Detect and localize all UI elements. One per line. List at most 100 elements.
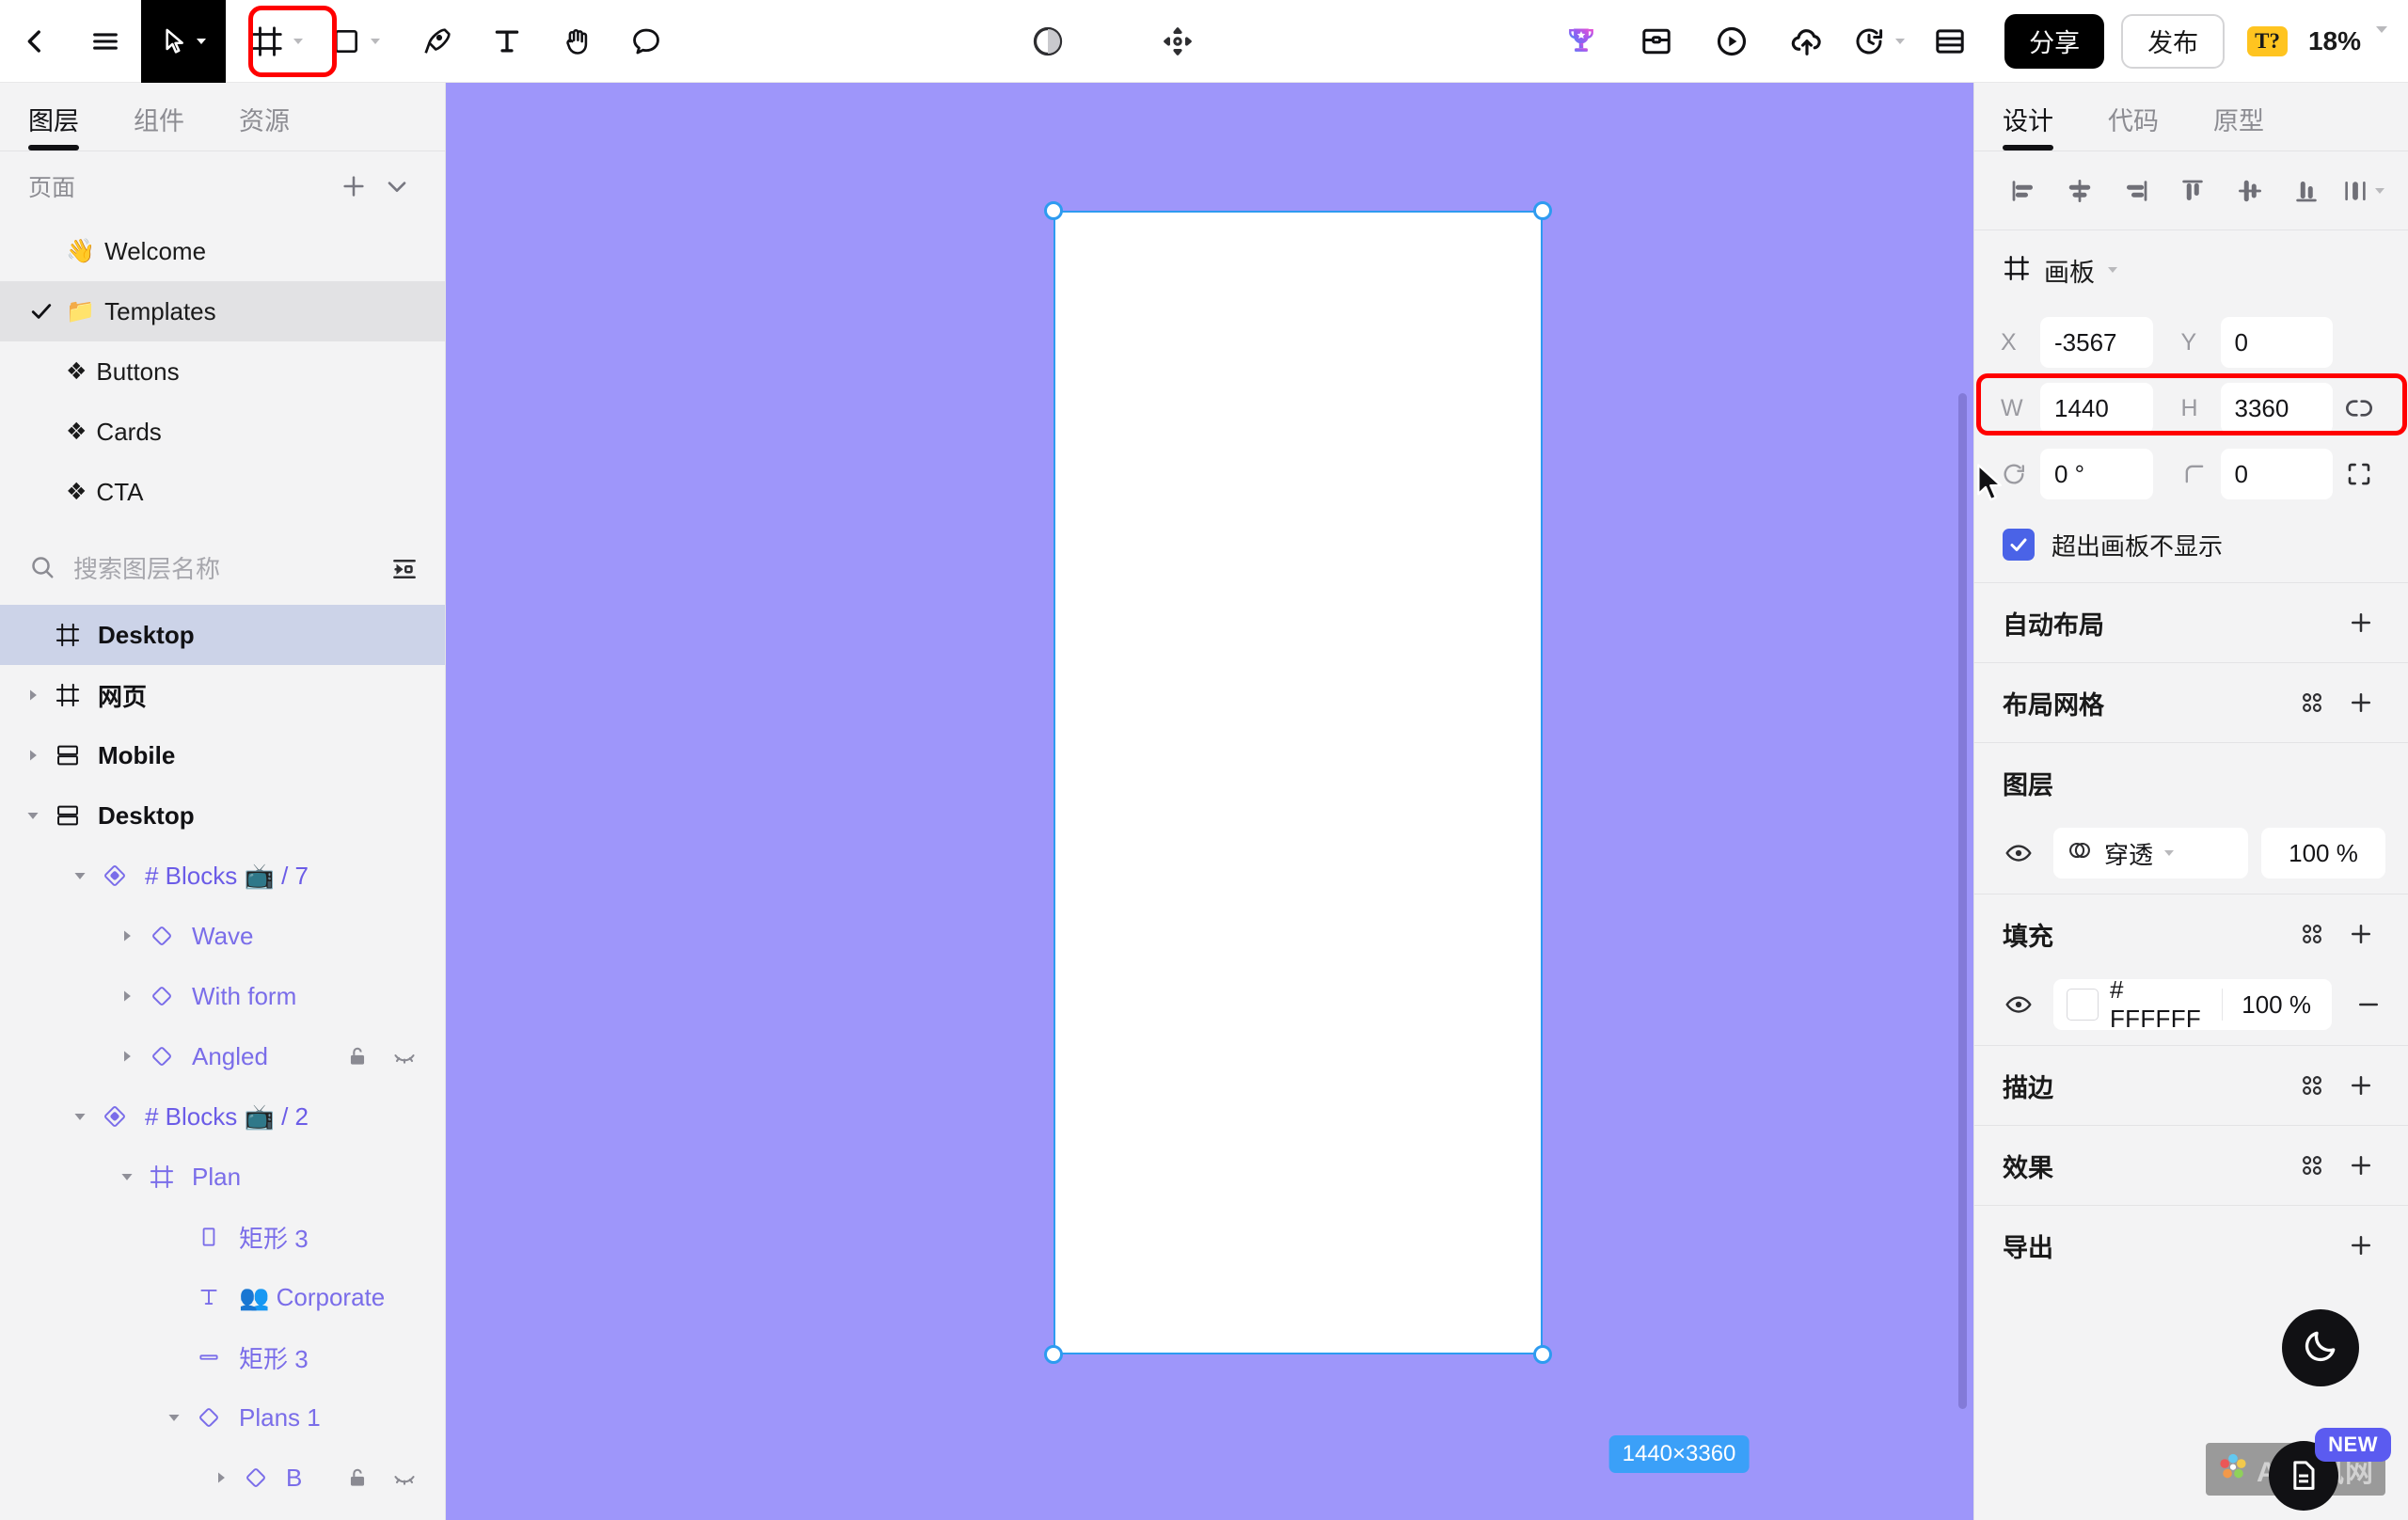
layer-row[interactable]: Plan <box>0 1147 445 1207</box>
page-item-welcome[interactable]: 👋 Welcome <box>0 221 445 281</box>
hand-tool[interactable] <box>542 0 611 83</box>
align-right-icon[interactable] <box>2108 163 2164 219</box>
rotation-input[interactable]: 0 ° <box>2040 449 2153 499</box>
dark-mode-toggle[interactable] <box>2282 1309 2359 1386</box>
text-tool[interactable] <box>472 0 542 83</box>
move-tool-caret[interactable] <box>197 38 206 44</box>
version-history-caret[interactable] <box>1895 38 1906 44</box>
cloud-upload-icon[interactable] <box>1769 0 1845 83</box>
tab-prototype[interactable]: 原型 <box>2213 101 2264 150</box>
pen-tool[interactable] <box>403 0 472 83</box>
constraints-icon[interactable] <box>2333 460 2385 488</box>
layer-row[interactable]: 网页 <box>0 665 445 725</box>
add-auto-layout-button[interactable] <box>2337 598 2385 647</box>
design-canvas[interactable]: Desktop 1440×3360 <box>446 83 1973 1520</box>
shape-tool-caret[interactable] <box>371 38 380 44</box>
shape-tool[interactable] <box>324 0 388 83</box>
lock-icon[interactable] <box>334 1465 381 1490</box>
fill-styles-icon[interactable] <box>2288 910 2337 958</box>
blend-mode-select[interactable]: 穿透 <box>2053 828 2248 879</box>
resize-handle-top-left[interactable] <box>1044 201 1063 220</box>
distribute-caret[interactable] <box>2374 187 2384 194</box>
collapse-pages-chevron-down-icon[interactable] <box>375 165 419 208</box>
blend-mode-caret[interactable] <box>2164 850 2175 856</box>
height-input[interactable]: 3360 <box>2220 383 2333 434</box>
tab-design[interactable]: 设计 <box>2003 101 2053 150</box>
move-arrows-icon[interactable] <box>1149 0 1207 83</box>
layer-opacity-input[interactable]: 100 % <box>2261 828 2385 879</box>
remove-fill-button[interactable] <box>2345 990 2392 1019</box>
zoom-level[interactable]: 18% <box>2308 26 2361 56</box>
add-stroke-button[interactable] <box>2337 1061 2385 1110</box>
layer-row[interactable]: Plans 1 <box>0 1387 445 1448</box>
fill-color-field[interactable]: # FFFFFF 100 % <box>2053 975 2333 1033</box>
layer-row[interactable]: 👥 Corporate <box>0 1267 445 1327</box>
layer-row[interactable]: # Blocks 📺 / 7 <box>0 846 445 906</box>
artboard-desktop[interactable] <box>1054 211 1543 1354</box>
twisty-expanded-icon[interactable] <box>64 867 96 884</box>
align-top-icon[interactable] <box>2164 163 2221 219</box>
play-circle-icon[interactable] <box>1694 0 1769 83</box>
archive-icon[interactable] <box>1619 0 1694 83</box>
object-type-caret[interactable] <box>2108 267 2117 273</box>
twisty-expanded-icon[interactable] <box>158 1409 190 1426</box>
tab-layers[interactable]: 图层 <box>28 101 79 150</box>
align-center-v-icon[interactable] <box>2222 163 2278 219</box>
layer-row[interactable]: Desktop <box>0 785 445 846</box>
tab-components[interactable]: 组件 <box>134 101 184 150</box>
layout-grid-styles-icon[interactable] <box>2288 678 2337 727</box>
trophy-icon[interactable] <box>1544 0 1619 83</box>
text-badge[interactable]: T? <box>2247 25 2288 56</box>
link-icon[interactable] <box>2333 393 2385 423</box>
publish-button[interactable]: 发布 <box>2121 13 2226 69</box>
resize-handle-bottom-left[interactable] <box>1044 1345 1063 1364</box>
zoom-caret-icon[interactable] <box>2376 25 2387 50</box>
twisty-collapsed-icon[interactable] <box>111 1048 143 1065</box>
corner-radius-input[interactable]: 0 <box>2220 449 2333 499</box>
add-fill-button[interactable] <box>2337 910 2385 958</box>
version-history[interactable] <box>1845 0 1912 83</box>
clip-content-checkbox[interactable] <box>2003 529 2035 561</box>
resize-handle-bottom-right[interactable] <box>1533 1345 1552 1364</box>
x-input[interactable]: -3567 <box>2040 317 2153 368</box>
back-button[interactable] <box>0 0 70 83</box>
page-item-cards[interactable]: ❖ Cards <box>0 402 445 462</box>
eye-off-icon[interactable] <box>381 1044 428 1069</box>
fill-color-swatch[interactable] <box>2067 989 2099 1021</box>
layer-row[interactable]: B <box>0 1448 445 1508</box>
twisty-collapsed-icon[interactable] <box>111 927 143 944</box>
share-button[interactable]: 分享 <box>2004 13 2105 69</box>
page-item-templates[interactable]: 📁 Templates <box>0 281 445 341</box>
lock-icon[interactable] <box>334 1044 381 1069</box>
layer-row[interactable]: Angled <box>0 1026 445 1086</box>
twisty-collapsed-icon[interactable] <box>111 988 143 1005</box>
add-layout-grid-button[interactable] <box>2337 678 2385 727</box>
frame-tool[interactable] <box>243 0 310 83</box>
search-input[interactable] <box>73 554 388 584</box>
width-input[interactable]: 1440 <box>2040 383 2153 434</box>
object-type-row[interactable]: 画板 <box>1974 230 2408 309</box>
tab-code[interactable]: 代码 <box>2108 101 2159 150</box>
layer-row[interactable]: Wave <box>0 906 445 966</box>
add-effect-button[interactable] <box>2337 1141 2385 1190</box>
panel-layout-icon[interactable] <box>1912 0 1988 83</box>
contrast-circle-icon[interactable] <box>1019 0 1077 83</box>
tab-resources[interactable]: 资源 <box>239 101 290 150</box>
resize-handle-top-right[interactable] <box>1533 201 1552 220</box>
eye-off-icon[interactable] <box>381 1465 428 1490</box>
add-export-button[interactable] <box>2337 1221 2385 1270</box>
clip-content-row[interactable]: 超出画板不显示 <box>1974 507 2408 582</box>
twisty-expanded-icon[interactable] <box>17 807 49 824</box>
page-item-cta[interactable]: ❖ CTA <box>0 462 445 522</box>
layer-visibility-eye-icon[interactable] <box>1997 839 2040 867</box>
layer-row[interactable]: # Blocks 📺 / 2 <box>0 1086 445 1147</box>
layer-row[interactable]: With form <box>0 966 445 1026</box>
filter-list-icon[interactable] <box>388 547 420 591</box>
comment-tool[interactable] <box>611 0 681 83</box>
fill-visibility-eye-icon[interactable] <box>1997 990 2040 1019</box>
twisty-expanded-icon[interactable] <box>64 1108 96 1125</box>
twisty-expanded-icon[interactable] <box>111 1168 143 1185</box>
distribute-icon[interactable] <box>2335 163 2391 219</box>
layer-row[interactable]: 矩形 3 <box>0 1327 445 1387</box>
align-center-h-icon[interactable] <box>2052 163 2108 219</box>
